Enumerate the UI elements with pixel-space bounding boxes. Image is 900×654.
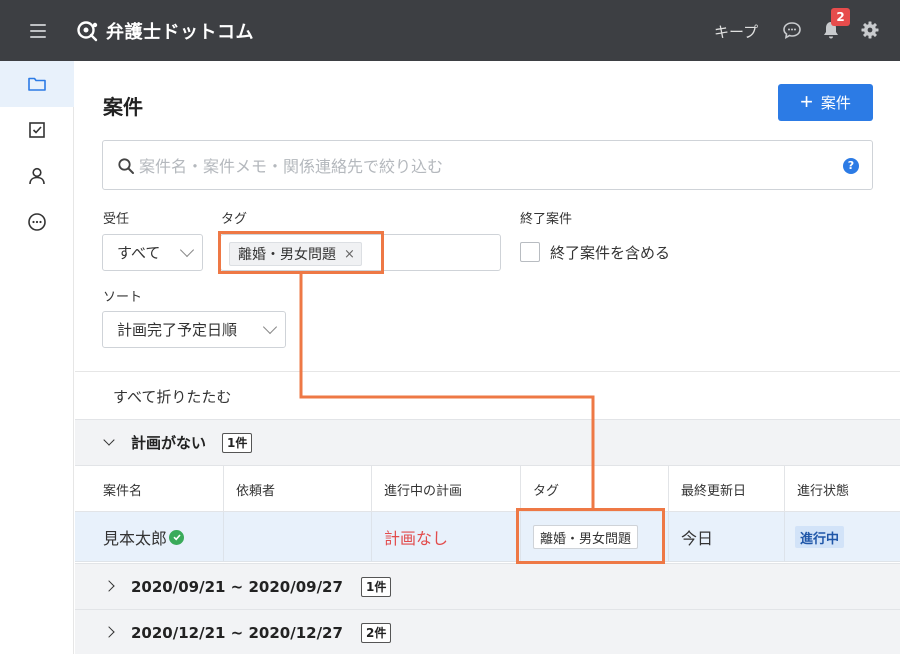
main-content: 案件 + 案件 ? 受任 すべて タグ 離婚・男女問題 × 終了案件 終了案件を… <box>75 61 900 654</box>
column-case-name: 案件名 <box>103 483 143 499</box>
collapse-all-bar: すべて折りたたむ <box>75 371 900 419</box>
plus-icon: + <box>800 88 813 114</box>
remove-tag-icon[interactable]: × <box>344 247 355 262</box>
verified-icon <box>169 529 185 545</box>
include-closed-checkbox[interactable] <box>520 242 540 262</box>
group-header-2020-09[interactable]: 2020/09/21 ~ 2020/09/27 1件 <box>75 563 900 609</box>
group-header-no-plan[interactable]: 計画がない 1件 <box>75 419 900 465</box>
chevron-down-icon <box>179 242 195 257</box>
chevron-down-icon <box>262 319 278 334</box>
case-name-cell[interactable]: 見本太郎 <box>75 512 223 562</box>
receipt-filter-label: 受任 <box>103 212 130 227</box>
status-cell: 進行中 <box>784 512 900 562</box>
logo-icon <box>77 21 98 42</box>
sidebar-item-messages[interactable] <box>0 199 74 245</box>
column-client: 依頼者 <box>223 466 371 512</box>
group-count: 1件 <box>222 432 253 453</box>
group-header-2020-12[interactable]: 2020/12/21 ~ 2020/12/27 2件 <box>75 609 900 654</box>
updated-cell: 今日 <box>668 512 784 562</box>
sidebar-item-contacts[interactable] <box>0 153 74 199</box>
sidebar-item-cases[interactable] <box>0 61 74 107</box>
case-name: 見本太郎 <box>103 529 168 548</box>
selected-tag-label: 離婚・男女問題 <box>238 247 336 263</box>
keep-link[interactable]: キープ <box>714 21 758 42</box>
sort-label: ソート <box>103 290 143 305</box>
help-icon[interactable]: ? <box>843 158 859 174</box>
add-case-button[interactable]: + 案件 <box>778 84 873 121</box>
chevron-right-icon <box>103 579 115 592</box>
collapse-all-button[interactable]: すべて折りたたむ <box>113 386 231 407</box>
tag-cell: 離婚・男女問題 <box>520 512 668 562</box>
chevron-down-icon <box>103 433 115 446</box>
search-icon <box>118 158 134 174</box>
client-cell <box>223 512 371 562</box>
gear-icon[interactable] <box>859 19 881 41</box>
group-title: 計画がない <box>131 434 207 452</box>
include-closed-label[interactable]: 終了案件を含める <box>550 242 670 263</box>
search-input[interactable] <box>139 153 829 179</box>
status-badge: 進行中 <box>795 526 845 548</box>
brand-logo[interactable]: 弁護士ドットコム <box>76 18 254 44</box>
plan-cell: 計画なし <box>371 512 520 562</box>
column-active-plan: 進行中の計画 <box>371 466 520 512</box>
sort-select[interactable]: 計画完了予定日順 <box>102 311 286 348</box>
column-status: 進行状態 <box>784 466 900 512</box>
group-count: 2件 <box>361 622 392 643</box>
table-header: 案件名 依頼者 進行中の計画 タグ 最終更新日 進行状態 <box>75 465 900 512</box>
column-updated: 最終更新日 <box>668 466 784 512</box>
closed-filter-label: 終了案件 <box>520 212 573 227</box>
top-bar: 弁護士ドットコム キープ 2 <box>0 0 900 61</box>
chat-bubble-icon <box>28 213 46 231</box>
folder-icon <box>28 77 46 91</box>
receipt-select[interactable]: すべて <box>102 234 203 271</box>
page-title: 案件 <box>103 95 143 119</box>
person-icon <box>29 167 45 185</box>
tag-filter-input[interactable]: 離婚・男女問題 × <box>220 234 501 271</box>
chevron-right-icon <box>103 625 115 638</box>
search-box: ? <box>102 140 873 190</box>
group-title: 2020/12/21 ~ 2020/12/27 <box>131 623 343 642</box>
table-row[interactable]: 見本太郎 計画なし 離婚・男女問題 今日 進行中 <box>75 512 900 562</box>
column-tag: タグ <box>520 466 668 512</box>
notification-badge: 2 <box>831 8 850 26</box>
tag-chip: 離婚・男女問題 <box>533 525 639 549</box>
selected-tag-chip: 離婚・男女問題 × <box>229 242 362 266</box>
brand-name: 弁護士ドットコム <box>106 22 254 43</box>
sort-select-value: 計画完了予定日順 <box>117 321 238 339</box>
add-case-label: 案件 <box>820 95 851 112</box>
menu-icon[interactable] <box>28 22 48 40</box>
message-icon[interactable] <box>781 19 803 41</box>
group-title: 2020/09/21 ~ 2020/09/27 <box>131 577 343 596</box>
sidebar-item-tasks[interactable] <box>0 107 74 153</box>
receipt-select-value: すべて <box>117 244 161 262</box>
group-count: 1件 <box>361 576 392 597</box>
checkbox-icon <box>29 122 45 138</box>
tag-filter-label: タグ <box>221 212 248 227</box>
sidebar <box>0 61 74 654</box>
